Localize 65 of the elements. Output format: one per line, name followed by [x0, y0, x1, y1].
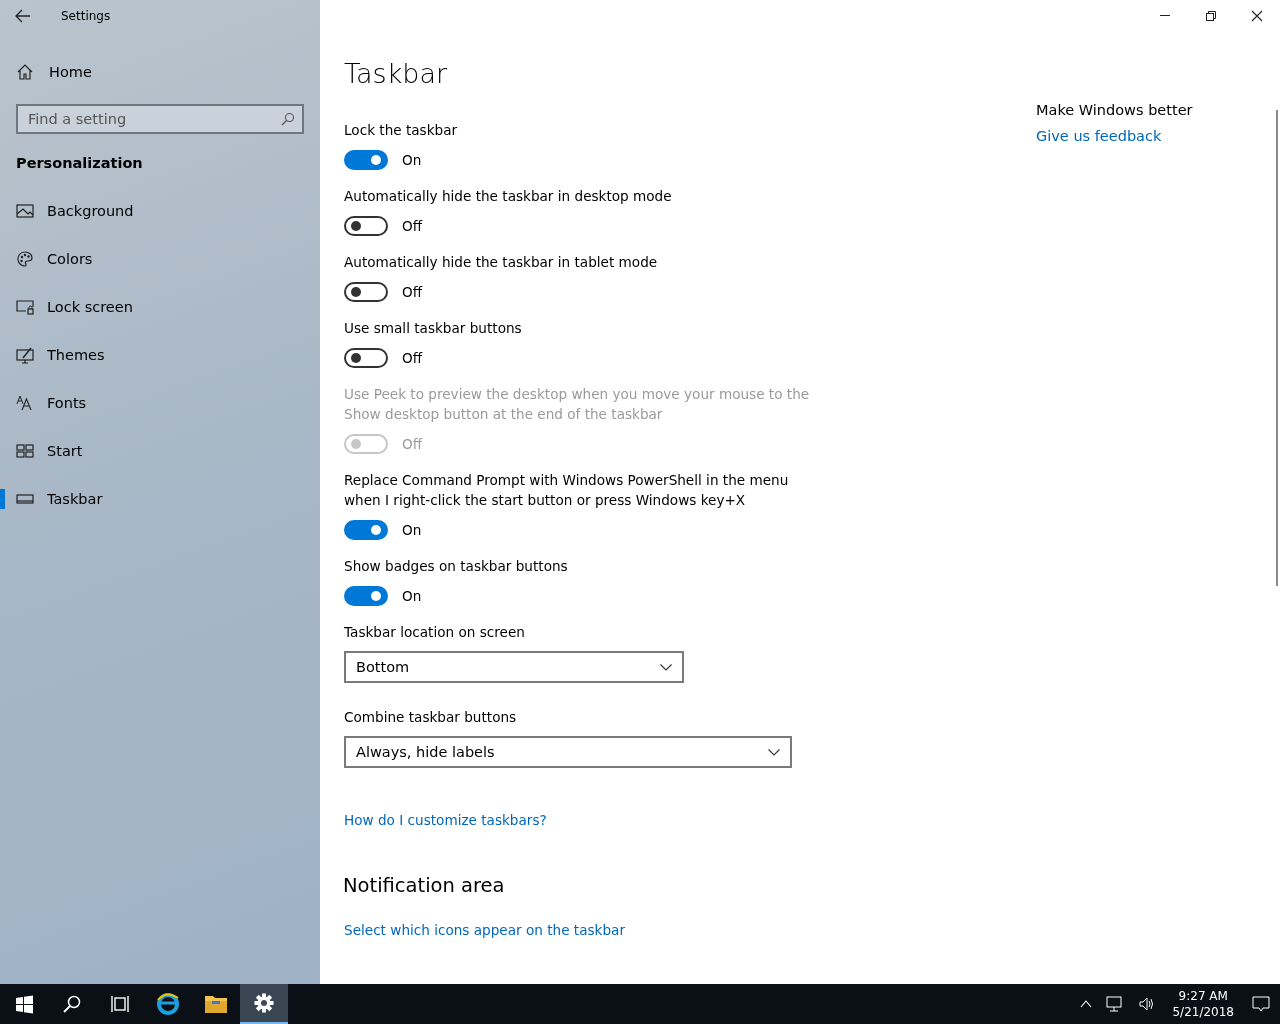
setting-label: Use Peek to preview the desktop when you move your mouse to the Show desktop button at the end of the taskbar: [344, 385, 811, 424]
help-link[interactable]: How do I customize taskbars?: [344, 810, 547, 830]
speaker-icon[interactable]: [1138, 996, 1155, 1012]
monitor-brush-icon: [16, 346, 34, 364]
toggle-state-label: Off: [402, 284, 423, 300]
task-view-icon: [111, 995, 129, 1013]
dropdown[interactable]: Always, hide labels: [344, 736, 792, 768]
window-title: Settings: [61, 9, 111, 23]
toggle-state-label: Off: [402, 436, 423, 452]
setting-label: Show badges on taskbar buttons: [344, 557, 569, 576]
setting-label: Lock the taskbar: [344, 121, 459, 140]
close-icon: [1251, 10, 1263, 22]
chevron-down-icon: [660, 663, 672, 671]
picture-icon: [16, 202, 34, 220]
sidebar-item[interactable]: Fonts: [0, 379, 320, 427]
sidebar-item[interactable]: Start: [0, 427, 320, 475]
sidebar-item[interactable]: Background: [0, 187, 320, 235]
browser-e-icon: [156, 992, 180, 1016]
page-title: Taskbar: [344, 57, 449, 91]
clock[interactable]: 9:27 AM 5/21/2018: [1168, 988, 1238, 1020]
setting-label: Combine taskbar buttons: [344, 708, 518, 727]
settings-link[interactable]: Select which icons appear on the taskbar: [344, 920, 625, 940]
chevron-up-icon[interactable]: [1080, 1000, 1093, 1008]
aside-heading: Make Windows better: [1036, 102, 1193, 118]
home-nav-item[interactable]: Home: [0, 48, 92, 96]
network-monitor-icon[interactable]: [1106, 996, 1125, 1012]
scrollbar[interactable]: [1276, 110, 1278, 586]
toggle-state-label: On: [402, 152, 422, 168]
toggle-switch[interactable]: [344, 348, 388, 368]
section-heading: Notification area: [343, 873, 506, 899]
section-heading: Personalization: [16, 155, 144, 173]
letters-icon: [16, 394, 34, 412]
toggle-state-label: On: [402, 522, 422, 538]
palette-icon: [16, 250, 34, 268]
setting-label: Replace Command Prompt with Windows PowerShell in the menu when I right-click the start button or press Windows key+X: [344, 471, 790, 510]
sidebar-item[interactable]: Lock screen: [0, 283, 320, 331]
toggle-switch[interactable]: [344, 520, 388, 540]
search-icon: [63, 995, 81, 1013]
toggle-state-label: On: [402, 588, 422, 604]
toggle-state-label: Off: [402, 350, 423, 366]
setting-label: Automatically hide the taskbar in tablet mode: [344, 253, 659, 272]
toggle-switch[interactable]: [344, 216, 388, 236]
search-icon: [281, 112, 295, 126]
tiles-icon: [16, 442, 34, 460]
screen-lock-icon: [16, 298, 34, 316]
toggle-switch[interactable]: [344, 150, 388, 170]
speech-bubble-icon[interactable]: [1252, 995, 1270, 1013]
setting-label: Automatically hide the taskbar in desktop mode: [344, 187, 673, 206]
search-field[interactable]: Find a setting: [16, 104, 304, 134]
home-icon: [16, 63, 34, 81]
toggle-state-label: Off: [402, 218, 423, 234]
toggle-switch[interactable]: [344, 586, 388, 606]
windows-logo-icon: [15, 994, 33, 1014]
toggle-switch[interactable]: [344, 282, 388, 302]
sidebar-item[interactable]: Colors: [0, 235, 320, 283]
setting-label: Use small taskbar buttons: [344, 319, 523, 338]
back-arrow-icon: [15, 9, 31, 23]
chevron-down-icon: [768, 748, 780, 756]
feedback-link[interactable]: Give us feedback: [1036, 126, 1162, 146]
dropdown[interactable]: Bottom: [344, 651, 684, 683]
sidebar-item[interactable]: Themes: [0, 331, 320, 379]
gear-icon: [254, 993, 274, 1013]
setting-label: Taskbar location on screen: [344, 623, 526, 642]
restore-icon: [1205, 10, 1217, 22]
taskbar-button[interactable]: [240, 984, 288, 1024]
